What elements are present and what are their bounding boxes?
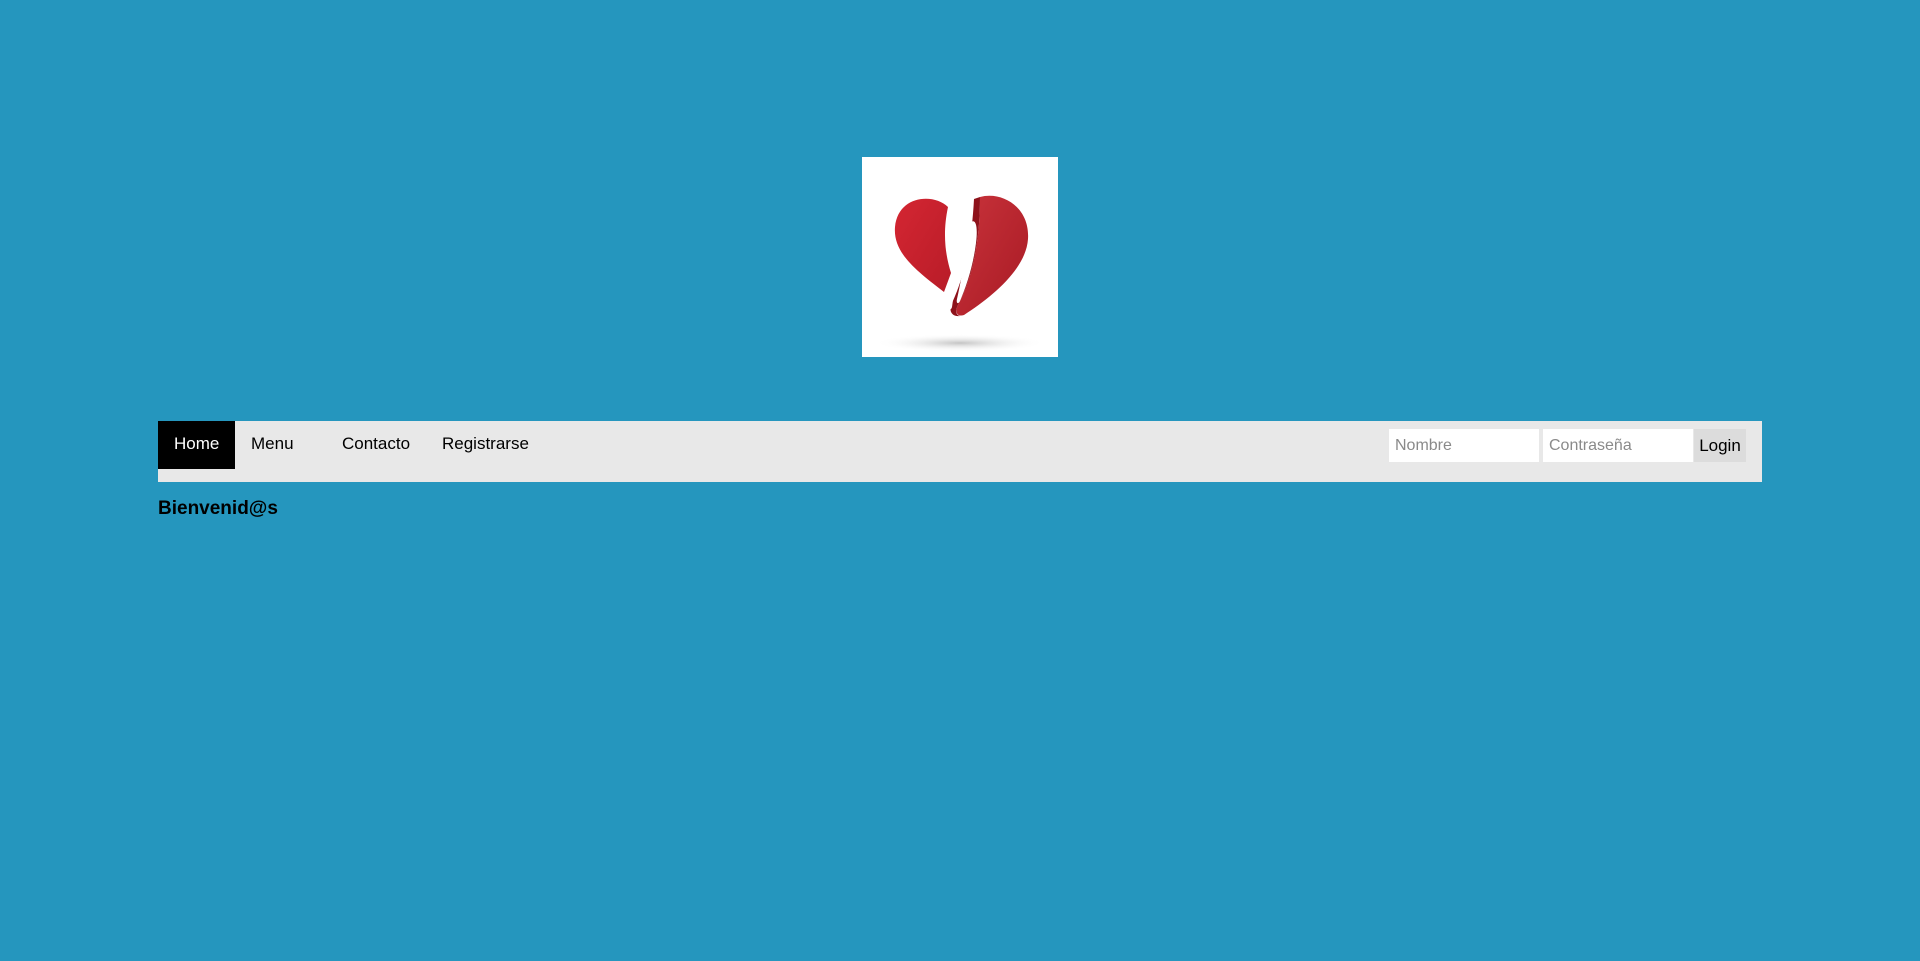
nav-menu[interactable]: Menu [235,421,310,469]
login-button[interactable]: Login [1694,429,1746,462]
password-input[interactable] [1543,429,1693,462]
nav-registrarse[interactable]: Registrarse [426,421,545,469]
site-logo [862,157,1058,357]
heart-fork-knife-logo-icon [874,195,1046,352]
welcome-heading: Bienvenid@s [158,498,278,519]
top-navbar: Home Menu Contacto Registrarse Login [158,421,1762,482]
nav-contacto[interactable]: Contacto [326,421,426,469]
nav-home[interactable]: Home [158,421,236,469]
username-input[interactable] [1389,429,1539,462]
